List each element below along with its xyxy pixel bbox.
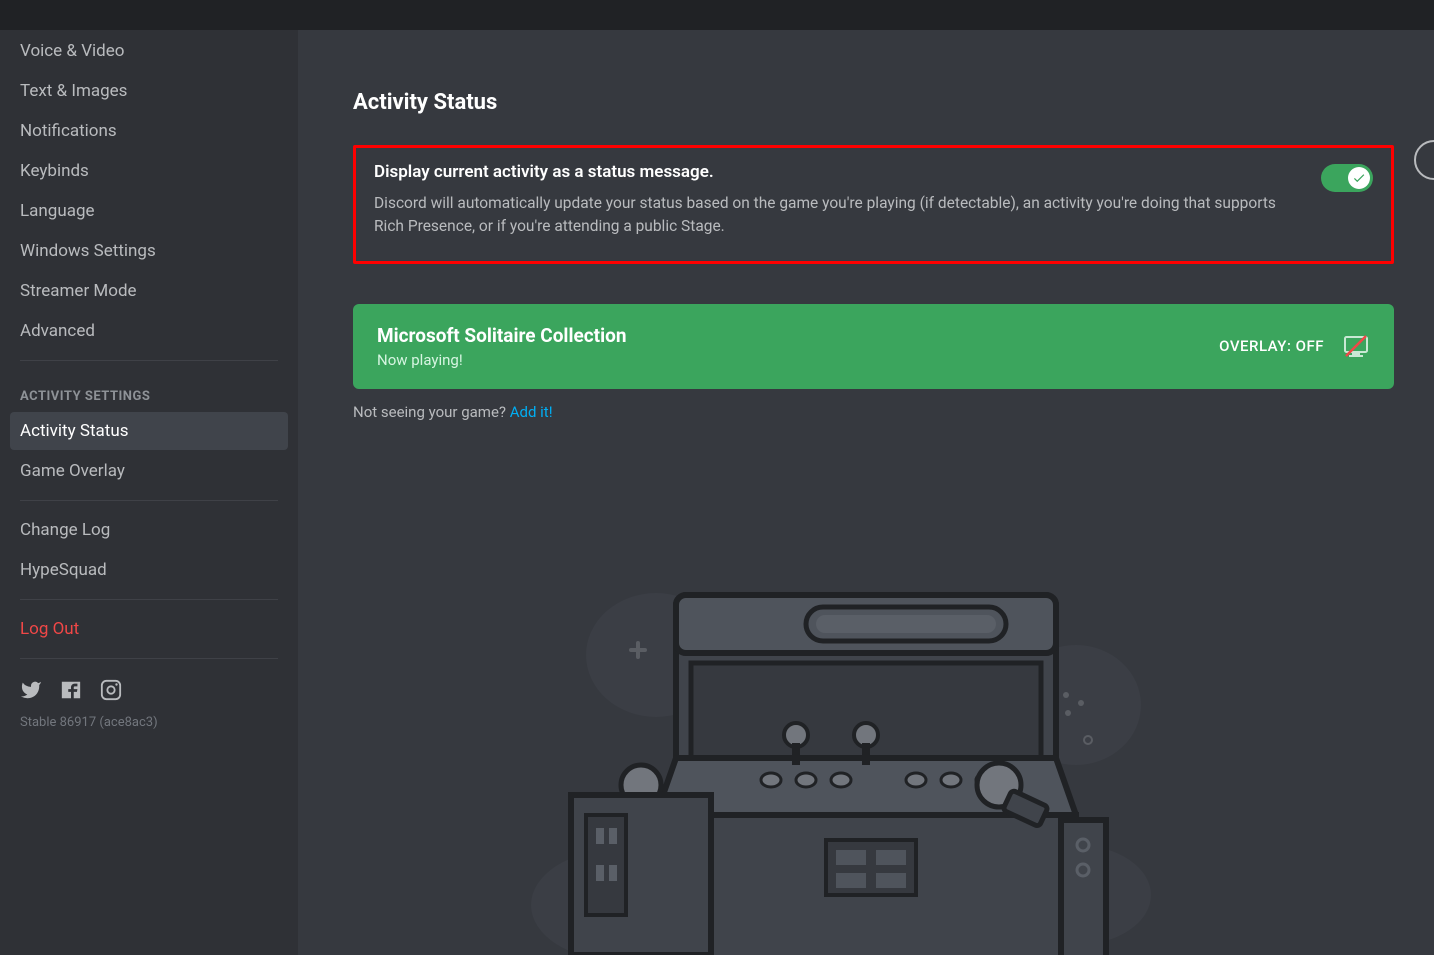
now-playing-card: Microsoft Solitaire Collection Now playi… — [353, 304, 1394, 389]
activity-status-toggle[interactable] — [1321, 164, 1373, 192]
sidebar-item-activity-status[interactable]: Activity Status — [10, 412, 288, 450]
setting-description: Discord will automatically update your s… — [374, 192, 1301, 239]
sidebar-item-game-overlay[interactable]: Game Overlay — [10, 452, 288, 490]
sidebar-item-change-log[interactable]: Change Log — [10, 511, 288, 549]
sidebar-item-advanced[interactable]: Advanced — [10, 312, 288, 350]
sidebar-item-text-images[interactable]: Text & Images — [10, 72, 288, 110]
divider — [20, 599, 278, 600]
setting-label: Display current activity as a status mes… — [374, 162, 1301, 182]
version-text: Stable 86917 (ace8ac3) — [10, 711, 288, 740]
divider — [20, 500, 278, 501]
page-title: Activity Status — [353, 90, 1394, 115]
divider — [20, 360, 278, 361]
game-name[interactable]: Microsoft Solitaire Collection — [377, 324, 626, 347]
not-seeing-text: Not seeing your game? Add it! — [353, 403, 1394, 421]
sidebar-item-hypesquad[interactable]: HypeSquad — [10, 551, 288, 589]
arcade-illustration — [516, 575, 1216, 955]
add-game-link[interactable]: Add it! — [510, 403, 553, 421]
instagram-icon[interactable] — [100, 679, 122, 705]
sidebar-item-language[interactable]: Language — [10, 192, 288, 230]
sidebar-item-windows-settings[interactable]: Windows Settings — [10, 232, 288, 270]
close-button[interactable] — [1414, 140, 1434, 180]
divider — [20, 658, 278, 659]
sidebar-header-activity: ACTIVITY SETTINGS — [10, 371, 288, 410]
toggle-knob — [1348, 167, 1370, 189]
sidebar-item-streamer-mode[interactable]: Streamer Mode — [10, 272, 288, 310]
sidebar-item-voice-video[interactable]: Voice & Video — [10, 32, 288, 70]
sidebar-item-logout[interactable]: Log Out — [10, 610, 288, 648]
highlighted-setting: Display current activity as a status mes… — [353, 145, 1394, 264]
twitter-icon[interactable] — [20, 679, 42, 705]
content-area: Activity Status Display current activity… — [298, 30, 1434, 955]
game-status: Now playing! — [377, 351, 626, 369]
social-links — [10, 669, 288, 711]
not-seeing-label: Not seeing your game? — [353, 403, 510, 421]
overlay-status-label: OVERLAY: OFF — [1219, 337, 1324, 355]
titlebar — [0, 0, 1434, 30]
settings-sidebar: Voice & Video Text & Images Notification… — [0, 30, 298, 955]
sidebar-item-keybinds[interactable]: Keybinds — [10, 152, 288, 190]
facebook-icon[interactable] — [60, 679, 82, 705]
sidebar-item-notifications[interactable]: Notifications — [10, 112, 288, 150]
overlay-off-icon[interactable] — [1342, 334, 1370, 358]
